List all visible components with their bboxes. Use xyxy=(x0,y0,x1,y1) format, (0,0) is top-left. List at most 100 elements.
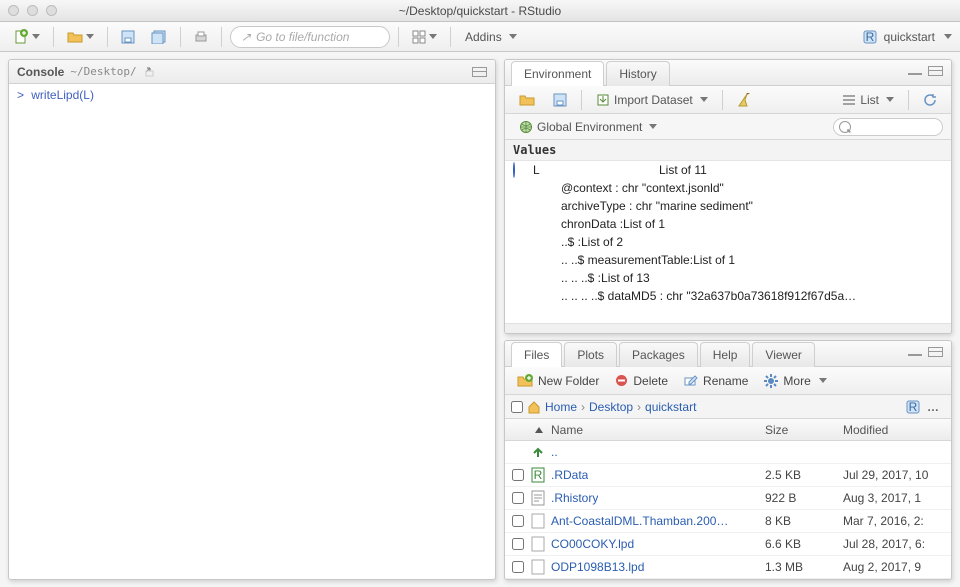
env-horizontal-scrollbar[interactable] xyxy=(505,323,951,333)
tab-packages[interactable]: Packages xyxy=(619,342,698,367)
files-maximize-icon[interactable] xyxy=(928,344,943,359)
env-row[interactable]: ..$ :List of 2 xyxy=(505,233,951,251)
file-row[interactable]: .. xyxy=(505,441,951,464)
files-panel: Files Plots Packages Help Viewer New Fol… xyxy=(504,340,952,580)
env-body[interactable]: Values LList of 11@context : chr "contex… xyxy=(505,140,951,323)
file-name-link[interactable]: ODP1098B13.lpd xyxy=(551,560,644,574)
file-row[interactable]: Ant-CoastalDML.Thamban.200…8 KBMar 7, 20… xyxy=(505,510,951,533)
breadcrumb-desktop[interactable]: Desktop xyxy=(589,400,633,414)
new-file-button[interactable] xyxy=(8,26,45,48)
home-icon[interactable] xyxy=(527,400,541,414)
env-row[interactable]: archiveType : chr "marine sediment" xyxy=(505,197,951,215)
close-window-icon[interactable] xyxy=(8,5,19,16)
tab-environment[interactable]: Environment xyxy=(511,61,604,86)
env-row[interactable]: chronData :List of 1 xyxy=(505,215,951,233)
blank-icon xyxy=(513,289,527,303)
rename-button[interactable]: Rename xyxy=(680,372,752,390)
file-row[interactable]: ODP1098B13.lpd1.3 MBAug 2, 2017, 9 xyxy=(505,556,951,579)
save-all-button[interactable] xyxy=(146,26,172,48)
tab-help[interactable]: Help xyxy=(700,342,751,367)
tab-viewer[interactable]: Viewer xyxy=(752,342,814,367)
window-controls[interactable] xyxy=(8,5,57,16)
file-modified: Jul 29, 2017, 10 xyxy=(843,468,951,482)
files-goto-project-icon[interactable]: R xyxy=(905,399,920,414)
blank-icon xyxy=(513,253,527,267)
save-icon xyxy=(121,30,135,44)
file-checkbox[interactable] xyxy=(512,561,524,573)
file-modified: Aug 2, 2017, 9 xyxy=(843,560,951,574)
save-button[interactable] xyxy=(116,26,140,48)
pane-layout-button[interactable] xyxy=(407,26,442,48)
collapse-icon[interactable] xyxy=(513,163,527,177)
column-size[interactable]: Size xyxy=(765,423,843,437)
file-name-link[interactable]: Ant-CoastalDML.Thamban.200… xyxy=(551,514,728,528)
delete-button[interactable]: Delete xyxy=(611,372,672,390)
file-checkbox[interactable] xyxy=(512,469,524,481)
tab-history[interactable]: History xyxy=(606,61,669,86)
env-minimize-icon[interactable] xyxy=(907,63,922,78)
file-row[interactable]: .Rhistory922 BAug 3, 2017, 1 xyxy=(505,487,951,510)
env-load-button[interactable] xyxy=(513,91,541,109)
column-name[interactable]: Name xyxy=(531,423,765,437)
env-save-button[interactable] xyxy=(547,91,573,109)
go-to-file-input[interactable]: ↗ Go to file/function xyxy=(230,26,390,48)
file-size: 2.5 KB xyxy=(765,468,843,482)
file-row[interactable]: CO00COKY.lpd6.6 KBJul 28, 2017, 6: xyxy=(505,533,951,556)
new-folder-button[interactable]: New Folder xyxy=(513,372,603,390)
tab-plots[interactable]: Plots xyxy=(564,342,617,367)
env-row[interactable]: .. .. .. ..$ dataMD5 : chr "32a637b0a736… xyxy=(505,287,951,305)
console-body[interactable]: > writeLipd(L) xyxy=(9,84,495,579)
env-object-value: .. .. ..$ :List of 13 xyxy=(533,271,943,285)
folder-open-icon xyxy=(67,30,83,44)
more-button[interactable]: More xyxy=(760,372,830,390)
import-dataset-button[interactable]: Import Dataset xyxy=(590,91,714,109)
window-title: ~/Desktop/quickstart - RStudio xyxy=(0,4,960,18)
svg-text:R: R xyxy=(865,30,874,44)
env-row[interactable]: @context : chr "context.jsonld" xyxy=(505,179,951,197)
files-select-all-checkbox[interactable] xyxy=(511,401,523,413)
file-name-link[interactable]: .. xyxy=(551,445,558,459)
breadcrumb-quickstart[interactable]: quickstart xyxy=(645,400,696,414)
env-object-value: @context : chr "context.jsonld" xyxy=(533,181,943,195)
blank-icon xyxy=(513,181,527,195)
refresh-icon xyxy=(923,93,937,107)
tab-files[interactable]: Files xyxy=(511,342,562,367)
main-toolbar: ↗ Go to file/function Addins R quickstar… xyxy=(0,22,960,52)
breadcrumb-home[interactable]: Home xyxy=(545,400,577,414)
broom-icon xyxy=(737,93,753,107)
console-popout-icon[interactable] xyxy=(143,64,158,79)
files-list[interactable]: ..R.RData2.5 KBJul 29, 2017, 10.Rhistory… xyxy=(505,441,951,579)
env-row[interactable]: .. ..$ measurementTable:List of 1 xyxy=(505,251,951,269)
project-menu[interactable]: R quickstart xyxy=(862,29,952,45)
file-icon xyxy=(531,513,545,529)
env-maximize-icon[interactable] xyxy=(928,63,943,78)
minimize-window-icon[interactable] xyxy=(27,5,38,16)
files-more-icon[interactable]: … xyxy=(926,399,941,414)
file-row[interactable]: R.RData2.5 KBJul 29, 2017, 10 xyxy=(505,464,951,487)
env-scope-button[interactable]: Global Environment xyxy=(513,118,663,136)
clear-env-button[interactable] xyxy=(731,91,759,109)
addins-label: Addins xyxy=(465,30,502,44)
env-object-value: List of 11 xyxy=(659,163,943,177)
file-name-link[interactable]: .Rhistory xyxy=(551,491,598,505)
column-modified[interactable]: Modified xyxy=(843,423,951,437)
file-checkbox[interactable] xyxy=(512,515,524,527)
open-project-button[interactable] xyxy=(62,26,99,48)
file-size: 922 B xyxy=(765,491,843,505)
addins-menu[interactable]: Addins xyxy=(459,26,523,48)
file-checkbox[interactable] xyxy=(512,492,524,504)
env-search-input[interactable] xyxy=(833,118,943,136)
file-name-link[interactable]: CO00COKY.lpd xyxy=(551,537,634,551)
env-view-mode-button[interactable]: List xyxy=(836,91,900,109)
console-maximize-icon[interactable] xyxy=(472,64,487,79)
file-checkbox[interactable] xyxy=(512,538,524,550)
more-label: More xyxy=(783,374,810,388)
env-row[interactable]: LList of 11 xyxy=(505,161,951,179)
print-button[interactable] xyxy=(189,26,213,48)
file-name-link[interactable]: .RData xyxy=(551,468,588,482)
env-row[interactable]: .. .. ..$ :List of 13 xyxy=(505,269,951,287)
env-refresh-button[interactable] xyxy=(917,91,943,109)
zoom-window-icon[interactable] xyxy=(46,5,57,16)
env-object-value: .. .. .. ..$ dataMD5 : chr "32a637b0a736… xyxy=(533,289,943,303)
files-minimize-icon[interactable] xyxy=(907,344,922,359)
